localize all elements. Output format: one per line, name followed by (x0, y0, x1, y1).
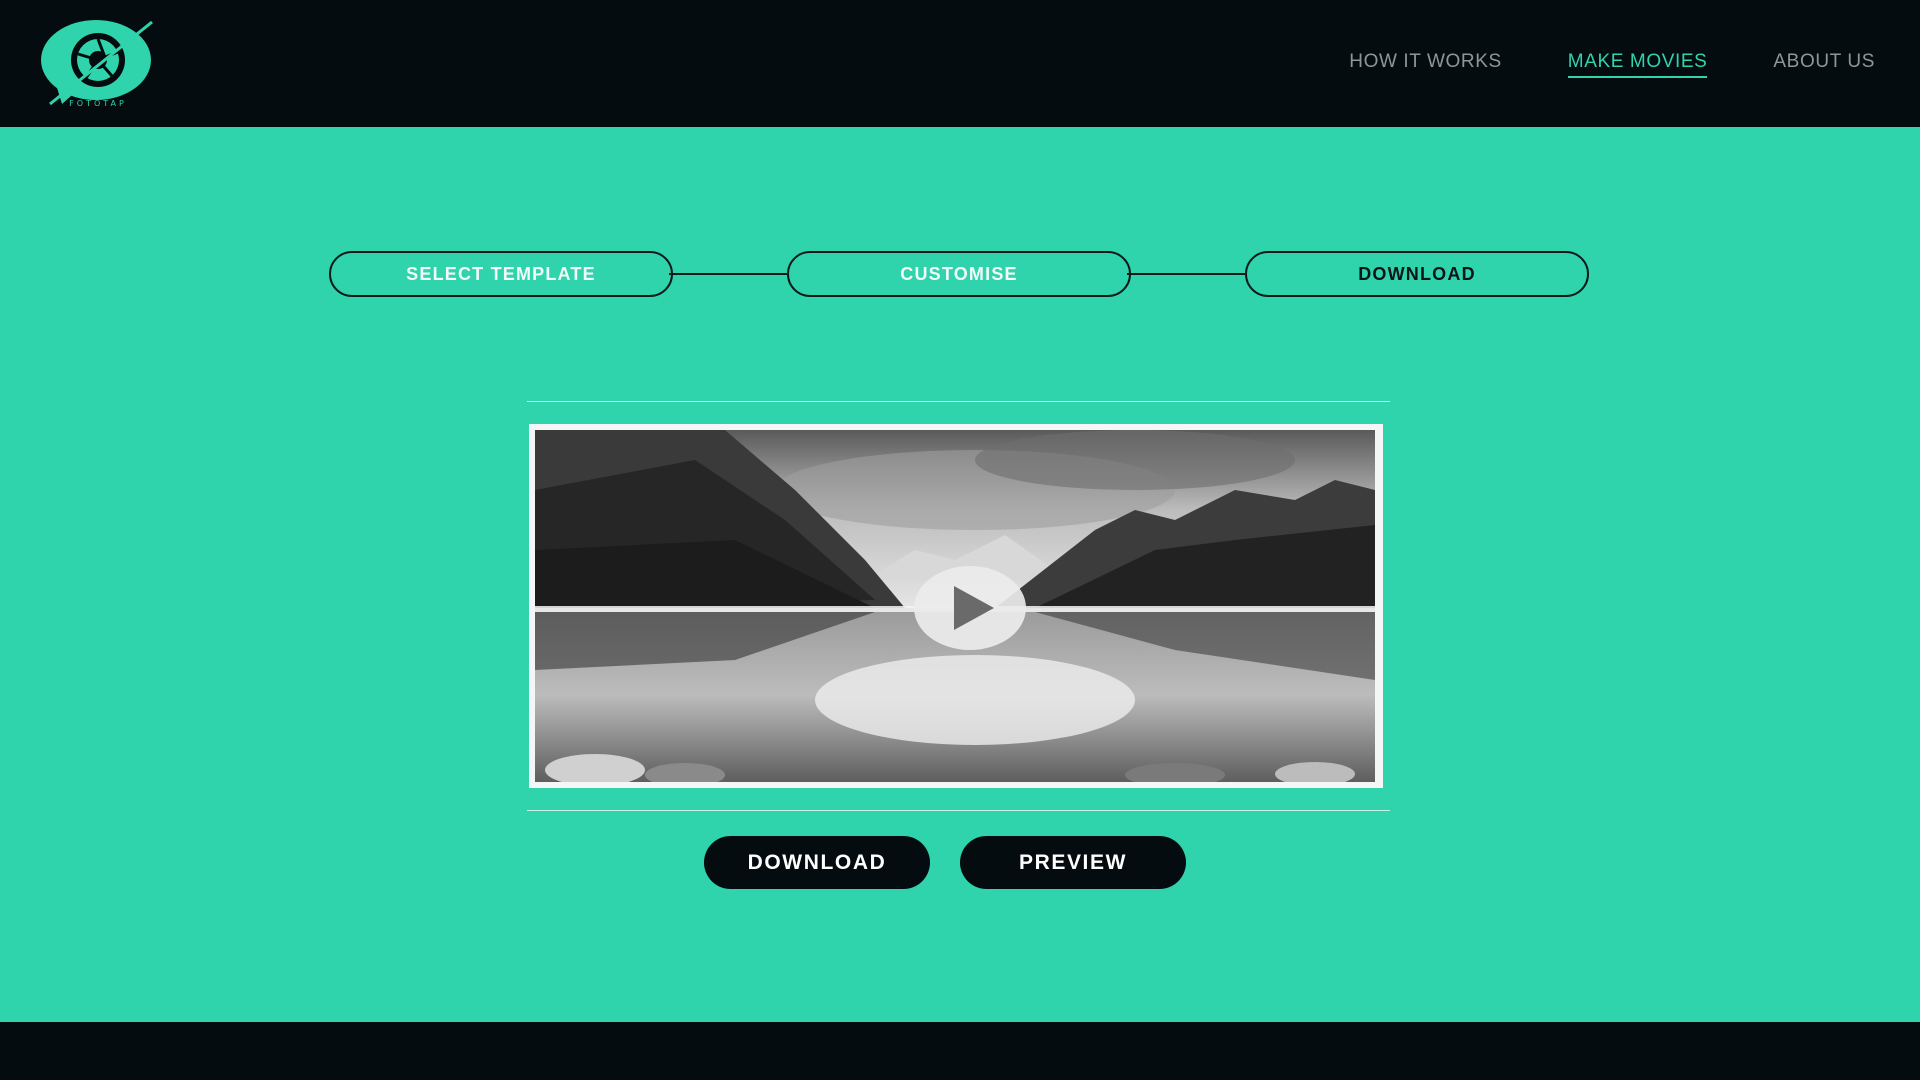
divider-top (527, 401, 1390, 402)
preview-button[interactable]: PREVIEW (960, 836, 1186, 889)
video-player[interactable] (529, 424, 1383, 788)
step-label: CUSTOMISE (900, 263, 1018, 284)
step-connector (669, 273, 787, 275)
site-footer (0, 1022, 1920, 1080)
action-buttons: DOWNLOAD PREVIEW (704, 836, 1216, 889)
progress-stepper: SELECT TEMPLATE CUSTOMISE DOWNLOAD (329, 251, 1589, 297)
play-button[interactable] (914, 566, 1026, 650)
divider-bottom (527, 810, 1390, 811)
aperture-logo-icon[interactable]: FOTOTAP (40, 18, 158, 108)
main-nav: HOW IT WORKS MAKE MOVIES ABOUT US (1283, 50, 1875, 78)
site-header: FOTOTAP HOW IT WORKS MAKE MOVIES ABOUT U… (0, 0, 1920, 127)
step-connector (1127, 273, 1245, 275)
video-thumbnail (535, 430, 1375, 782)
play-icon (954, 586, 994, 630)
step-download[interactable]: DOWNLOAD (1245, 251, 1589, 297)
nav-about-us[interactable]: ABOUT US (1773, 50, 1875, 78)
step-select-template[interactable]: SELECT TEMPLATE (329, 251, 673, 297)
step-label: DOWNLOAD (1358, 263, 1476, 284)
step-label: SELECT TEMPLATE (406, 263, 596, 284)
nav-make-movies[interactable]: MAKE MOVIES (1567, 50, 1708, 78)
step-customise[interactable]: CUSTOMISE (787, 251, 1131, 297)
logo-wordmark: FOTOTAP (69, 99, 127, 108)
nav-how-it-works[interactable]: HOW IT WORKS (1349, 50, 1502, 78)
download-button[interactable]: DOWNLOAD (704, 836, 930, 889)
